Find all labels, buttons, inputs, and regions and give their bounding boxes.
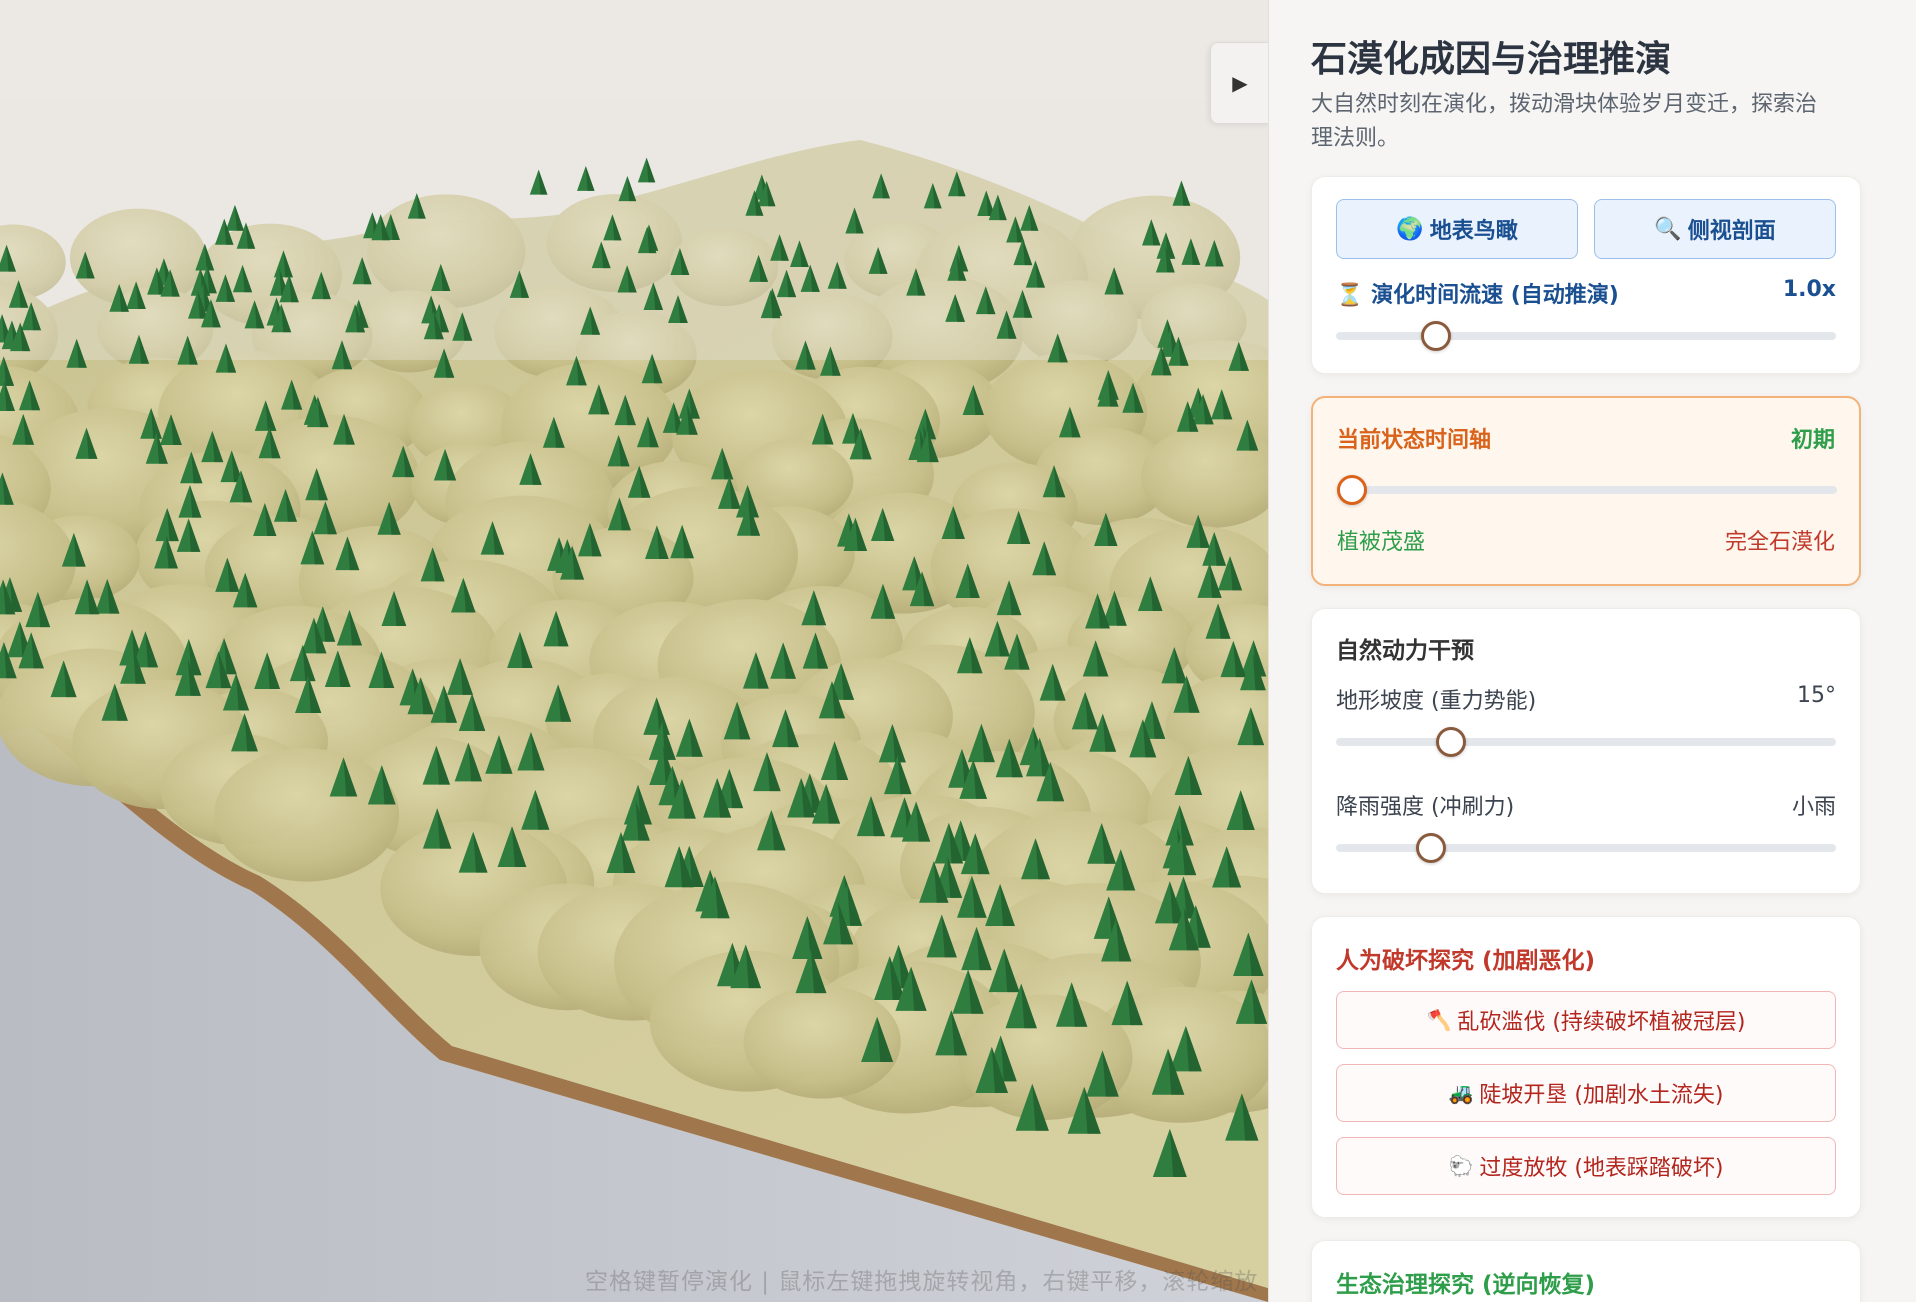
speed-slider-thumb[interactable] — [1421, 321, 1451, 351]
magnifier-icon: 🔍 — [1654, 216, 1682, 242]
side-section-button[interactable]: 🔍 侧视剖面 — [1594, 199, 1836, 259]
deforestation-label: 乱砍滥伐 (持续破坏植被冠层) — [1457, 1010, 1746, 1035]
control-panel: 石漠化成因与治理推演 大自然时刻在演化，拨动滑块体验岁月变迁，探索治理法则。 🌍… — [1268, 0, 1916, 1302]
slope-farming-button[interactable]: 🚜 陡坡开垦 (加剧水土流失) — [1336, 1064, 1836, 1122]
axe-icon: 🪓 — [1426, 1008, 1452, 1032]
timeline-end-label: 完全石漠化 — [1724, 530, 1835, 555]
timeline-start-label: 植被茂盛 — [1337, 530, 1426, 555]
hourglass-icon: ⏳ — [1336, 283, 1364, 308]
timeline-slider-track — [1337, 486, 1837, 494]
panel-description: 大自然时刻在演化，拨动滑块体验岁月变迁，探索治理法则。 — [1311, 92, 1818, 151]
slope-farming-label: 陡坡开垦 (加剧水土流失) — [1479, 1083, 1724, 1108]
sheep-icon: 🐑 — [1448, 1154, 1474, 1178]
natural-forces-card: 自然动力干预 地形坡度 (重力势能) 15° 降雨强度 (冲刷力) 小雨 — [1311, 608, 1861, 894]
slope-label: 地形坡度 (重力势能) — [1336, 689, 1537, 714]
rain-slider-thumb[interactable] — [1416, 833, 1446, 863]
panel-title: 石漠化成因与治理推演 — [1311, 39, 1672, 80]
human-damage-card: 人为破坏探究 (加剧恶化) 🪓 乱砍滥伐 (持续破坏植被冠层) 🚜 陡坡开垦 (… — [1311, 916, 1861, 1218]
overgrazing-label: 过度放牧 (地表踩踏破坏) — [1479, 1156, 1724, 1181]
timeline-stage: 初期 — [1790, 428, 1835, 453]
speed-label: ⏳ 演化时间流速 (自动推演) — [1336, 283, 1619, 308]
globe-icon: 🌍 — [1396, 216, 1424, 242]
terrain-3d-viewport[interactable] — [0, 0, 1268, 1302]
terrain-mound — [214, 748, 400, 882]
controls-hint: 空格键暂停演化 | 鼠标左键拖拽旋转视角，右键平移，滚轮缩放 — [585, 1269, 1259, 1295]
slope-slider[interactable] — [1336, 725, 1836, 759]
rain-slider-track — [1336, 844, 1836, 852]
aerial-view-label: 地表鸟瞰 — [1429, 219, 1518, 244]
speed-value: 1.0x — [1782, 277, 1836, 302]
side-section-label: 侧视剖面 — [1687, 219, 1776, 244]
rain-slider[interactable] — [1336, 831, 1836, 865]
speed-slider[interactable] — [1336, 319, 1836, 353]
view-controls-card: 🌍 地表鸟瞰 🔍 侧视剖面 ⏳ 演化时间流速 (自动推演) 1.0x — [1311, 176, 1861, 374]
restoration-card: 生态治理探究 (逆向恢复) — [1311, 1240, 1861, 1302]
overgrazing-button[interactable]: 🐑 过度放牧 (地表踩踏破坏) — [1336, 1137, 1836, 1195]
timeline-slider[interactable] — [1337, 473, 1837, 507]
panel-toggle-button[interactable]: ▶ — [1210, 42, 1270, 124]
timeline-title: 当前状态时间轴 — [1337, 428, 1492, 453]
timeline-card: 当前状态时间轴 初期 植被茂盛 完全石漠化 — [1311, 396, 1861, 586]
slope-value: 15° — [1797, 683, 1836, 708]
human-damage-title: 人为破坏探究 (加剧恶化) — [1336, 948, 1596, 974]
rain-label: 降雨强度 (冲刷力) — [1336, 795, 1515, 820]
timeline-slider-thumb[interactable] — [1337, 475, 1367, 505]
slope-slider-track — [1336, 738, 1836, 746]
slope-slider-thumb[interactable] — [1436, 727, 1466, 757]
deforestation-button[interactable]: 🪓 乱砍滥伐 (持续破坏植被冠层) — [1336, 991, 1836, 1049]
terrain-mound — [958, 994, 1133, 1120]
tractor-icon: 🚜 — [1448, 1081, 1474, 1105]
play-arrow-icon: ▶ — [1232, 71, 1248, 95]
rain-value: 小雨 — [1791, 795, 1836, 820]
natural-forces-title: 自然动力干预 — [1336, 638, 1474, 664]
restoration-title: 生态治理探究 (逆向恢复) — [1336, 1272, 1596, 1298]
aerial-view-button[interactable]: 🌍 地表鸟瞰 — [1336, 199, 1578, 259]
speed-slider-track — [1336, 332, 1836, 340]
atmospheric-haze — [0, 100, 1268, 360]
